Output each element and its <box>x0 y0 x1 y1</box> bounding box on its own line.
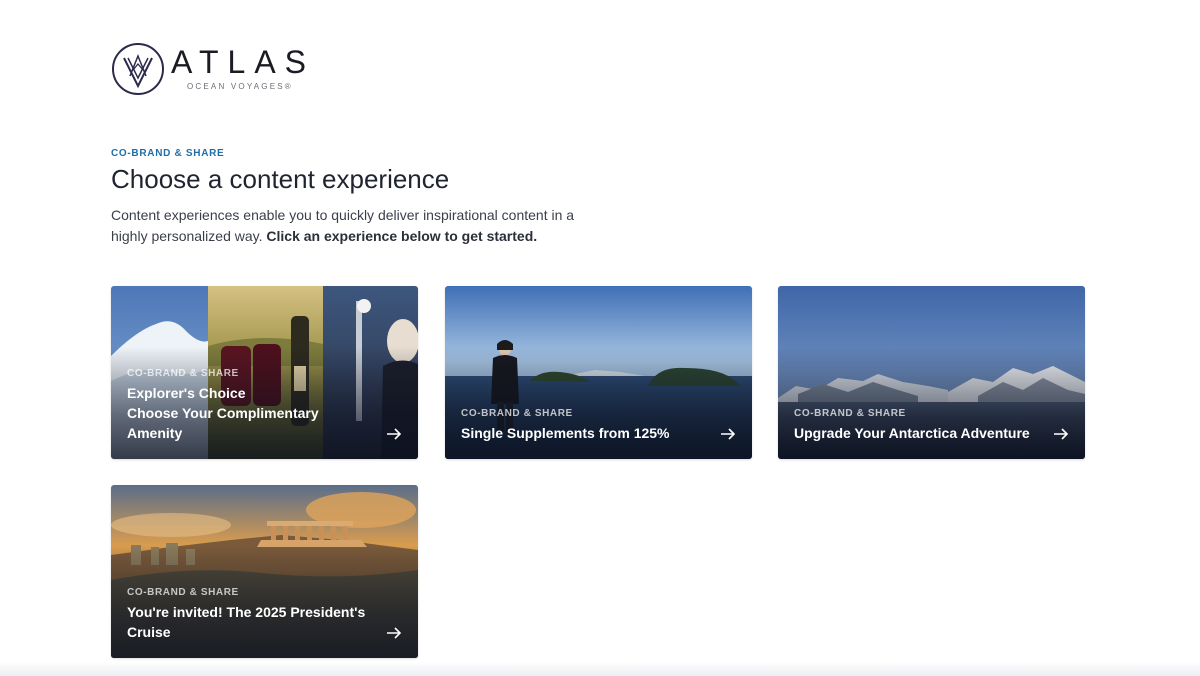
intro-paragraph: Content experiences enable you to quickl… <box>111 205 581 247</box>
atlas-logo-mark-icon <box>112 43 164 95</box>
logo-tagline: OCEAN VOYAGES® <box>187 82 293 91</box>
experience-card-single-supplements[interactable]: CO-BRAND & SHARE Single Supplements from… <box>445 286 752 459</box>
card-title-line: Cruise <box>127 624 171 640</box>
card-title-line: Amenity <box>127 425 183 441</box>
arrow-right-icon <box>721 428 736 440</box>
arrow-right-icon <box>387 627 402 639</box>
card-eyebrow: CO-BRAND & SHARE <box>794 408 906 419</box>
logo-wordmark: ATLAS <box>171 44 315 80</box>
experience-card-explorers-choice[interactable]: CO-BRAND & SHARE Explorer's Choice Choos… <box>111 286 418 459</box>
experience-card-presidents-cruise[interactable]: CO-BRAND & SHARE You're invited! The 202… <box>111 485 418 658</box>
card-eyebrow: CO-BRAND & SHARE <box>127 587 239 598</box>
atlas-logo: ATLAS OCEAN VOYAGES® <box>111 42 311 98</box>
page-title: Choose a content experience <box>111 164 450 194</box>
intro-cta: Click an experience below to get started… <box>266 228 538 244</box>
card-title-line: Choose Your Complimentary <box>127 405 319 421</box>
arrow-right-icon <box>387 428 402 440</box>
card-eyebrow: CO-BRAND & SHARE <box>127 368 239 379</box>
arrow-right-icon <box>1054 428 1069 440</box>
section-eyebrow: CO-BRAND & SHARE <box>111 148 225 159</box>
card-eyebrow: CO-BRAND & SHARE <box>461 408 573 419</box>
card-title: Single Supplements from 125% <box>461 425 670 441</box>
card-title: You're invited! The 2025 President's Cru… <box>127 602 368 642</box>
card-title-line: Explorer's Choice <box>127 385 246 401</box>
card-title: Explorer's Choice Choose Your Compliment… <box>127 383 368 443</box>
experience-card-antarctica-upgrade[interactable]: CO-BRAND & SHARE Upgrade Your Antarctica… <box>778 286 1085 459</box>
card-title-line: You're invited! The 2025 President's <box>127 604 366 620</box>
card-title: Upgrade Your Antarctica Adventure <box>794 425 1030 441</box>
